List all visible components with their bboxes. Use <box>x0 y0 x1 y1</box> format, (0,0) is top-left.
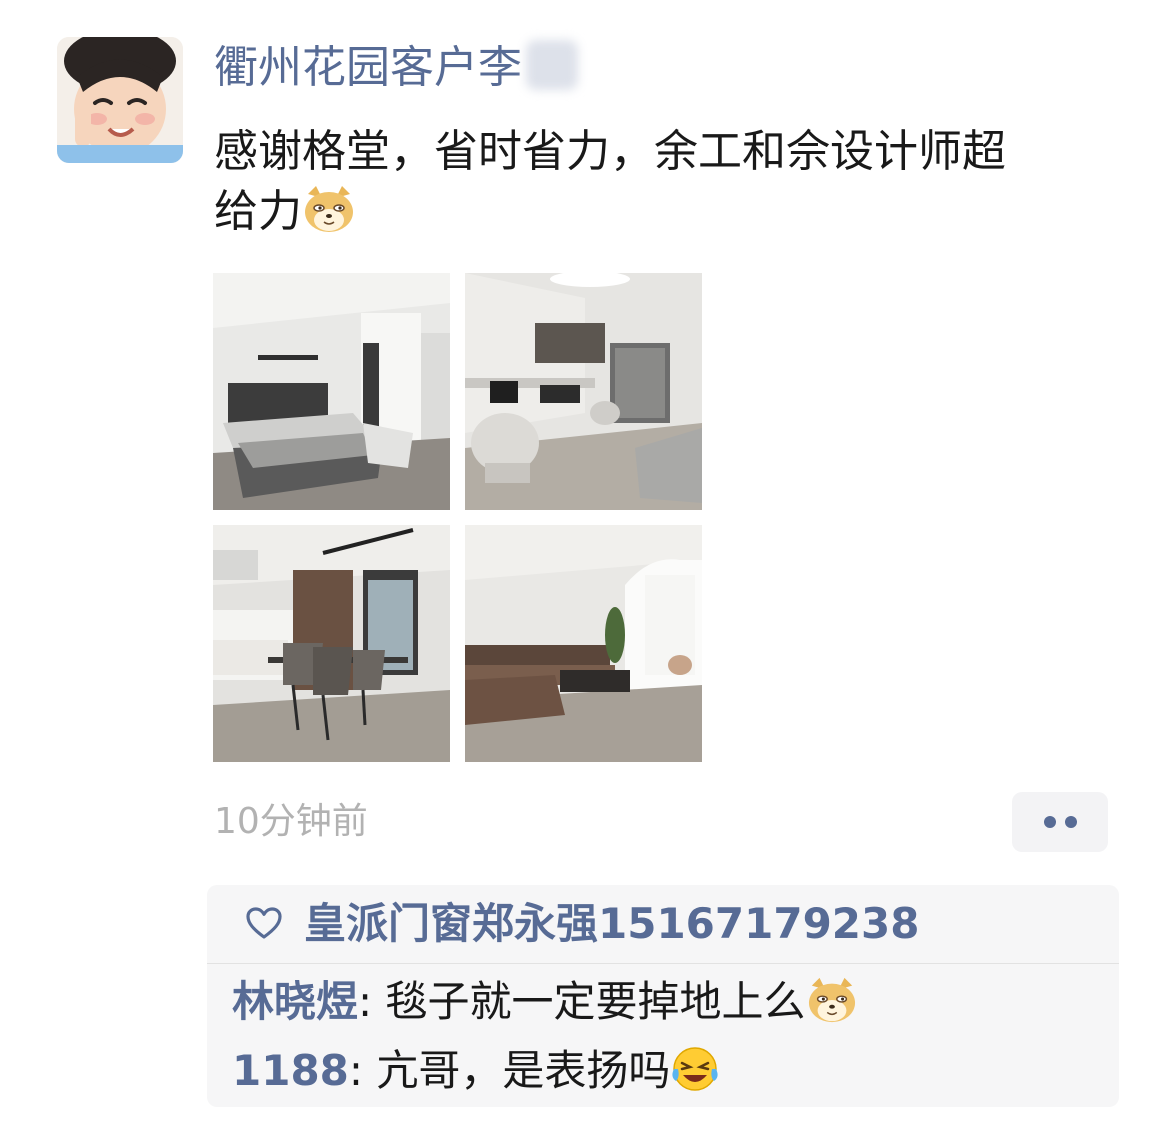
comment-text: 亢哥，是表扬吗 <box>376 1046 671 1095</box>
post-text-line-2: 给力 <box>214 182 1114 250</box>
comment-row[interactable]: 1188: 亢哥，是表扬吗 <box>232 1042 720 1108</box>
avatar[interactable] <box>57 37 183 163</box>
author-name[interactable]: 衢州花园客户李 <box>214 38 578 98</box>
child-avatar-image <box>57 37 183 163</box>
more-actions-button[interactable] <box>1012 792 1108 852</box>
heart-icon <box>245 906 283 944</box>
laughing-crying-emoji-icon <box>670 1045 720 1108</box>
comment-text: 毯子就一定要掉地上么 <box>385 977 806 1026</box>
study-room-photo <box>465 273 702 510</box>
author-name-text[interactable]: 衢州花园客户李 <box>214 42 522 93</box>
photo-bedroom[interactable] <box>213 273 450 510</box>
dot-icon <box>1065 816 1077 828</box>
photo-dining-room[interactable] <box>213 525 450 762</box>
doge-emoji-icon <box>302 184 356 250</box>
living-room-photo <box>465 525 702 762</box>
bedroom-photo <box>213 273 450 510</box>
comment-separator: : <box>348 1046 377 1095</box>
post-text-line-2-text: 给力 <box>214 186 302 237</box>
commenter-name[interactable]: 1188 <box>232 1046 349 1095</box>
doge-emoji-icon <box>806 976 858 1039</box>
photo-living-room[interactable] <box>465 525 702 762</box>
blurred-name-mask <box>526 40 578 90</box>
likes-comments-panel: 皇派门窗郑永强15167179238 林晓煜: 毯子就一定要掉地上么 1188:… <box>207 885 1119 1107</box>
dot-icon <box>1044 816 1056 828</box>
dining-room-photo <box>213 525 450 762</box>
liker-name[interactable]: 皇派门窗郑永强15167179238 <box>304 896 919 952</box>
comment-separator: : <box>358 977 386 1026</box>
likes-row: 皇派门窗郑永强15167179238 <box>207 885 1119 964</box>
post-text: 感谢格堂，省时省力，余工和佘设计师超 给力 <box>214 122 1114 250</box>
commenter-name[interactable]: 林晓煜 <box>232 977 358 1026</box>
photo-study-room[interactable] <box>465 273 702 510</box>
timestamp: 10分钟前 <box>214 801 368 842</box>
post-text-line-1: 感谢格堂，省时省力，余工和佘设计师超 <box>214 126 1006 177</box>
comment-row[interactable]: 林晓煜: 毯子就一定要掉地上么 <box>232 973 858 1039</box>
